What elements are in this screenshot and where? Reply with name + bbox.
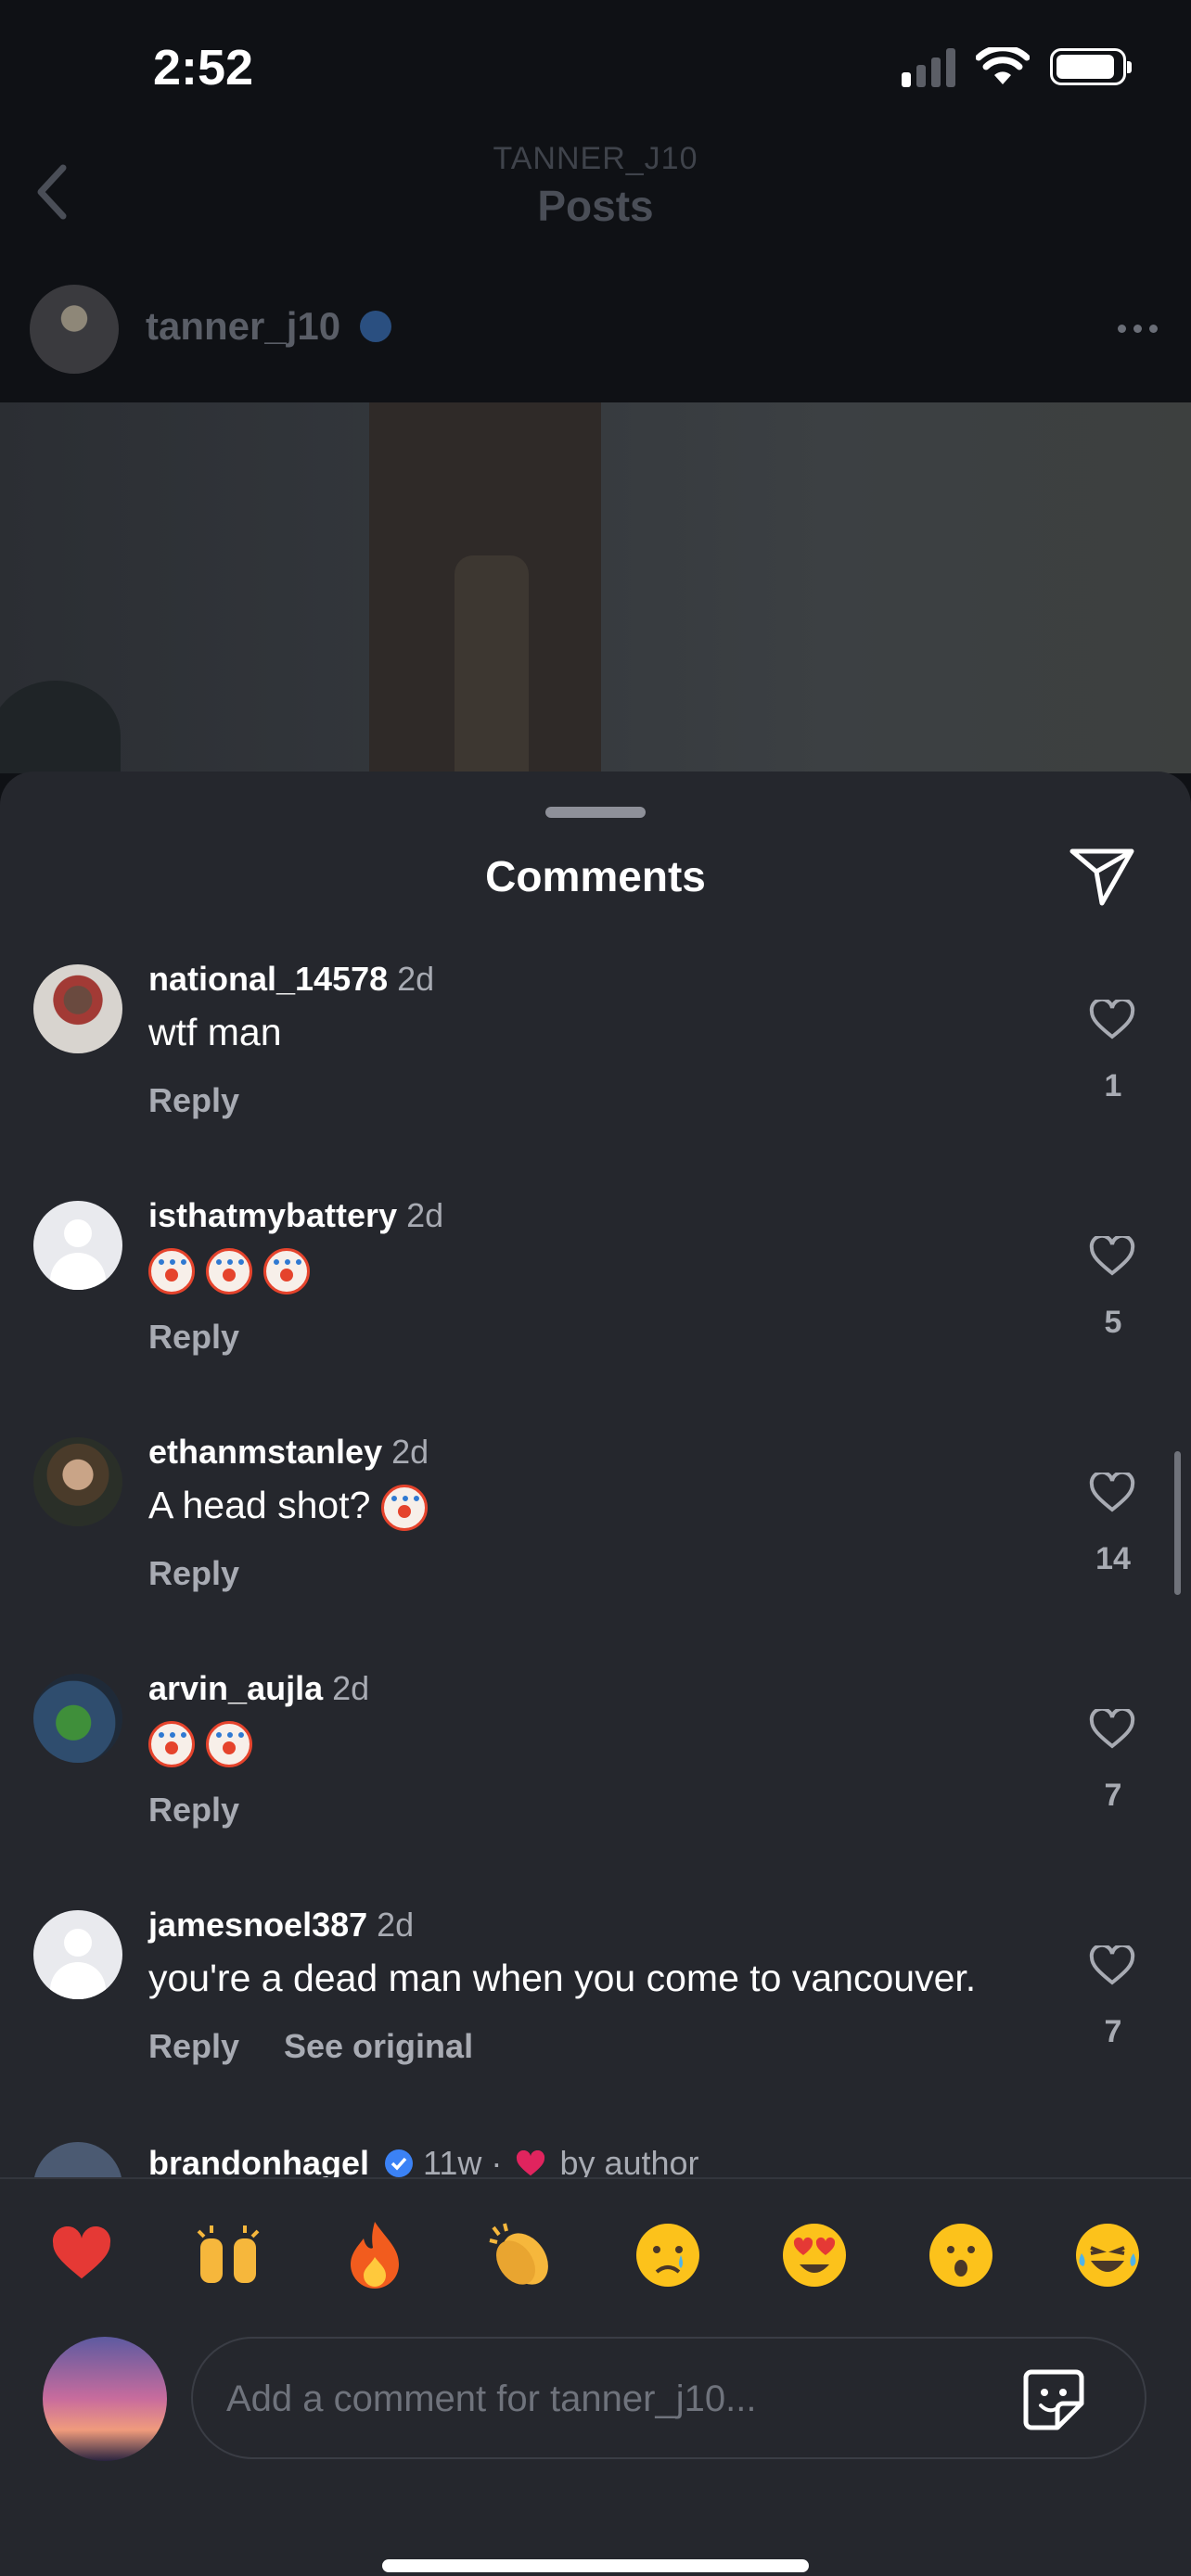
home-indicator[interactable]: [382, 2559, 809, 2572]
clown-face-icon: [263, 1248, 310, 1295]
post-image: [0, 402, 1191, 773]
comments-title: Comments: [485, 852, 706, 900]
commenter-avatar[interactable]: [33, 1674, 122, 1763]
fire-emoji-icon[interactable]: [338, 2218, 412, 2292]
reply-button[interactable]: Reply: [148, 1791, 239, 1830]
commenter-avatar[interactable]: [33, 1201, 122, 1290]
status-bar: 2:52: [0, 0, 1191, 139]
comment-item: national_14578 2d wtf man Reply 1: [0, 955, 1191, 1178]
scrollbar[interactable]: [1174, 1451, 1181, 1595]
comment-item: isthatmybattery 2d Reply 5: [0, 1192, 1191, 1414]
comment-time: 2d: [391, 1433, 429, 1471]
clown-face-icon: [206, 1721, 252, 1768]
laughing-face-emoji-icon[interactable]: [1070, 2218, 1145, 2292]
comment-time: 2d: [332, 1669, 370, 1707]
like-heart-icon[interactable]: [1089, 1709, 1135, 1750]
battery-icon: [1050, 48, 1132, 85]
wifi-icon: [976, 47, 1030, 84]
header-title: Posts: [537, 182, 654, 230]
comment-text: A head shot?: [148, 1484, 371, 1526]
comment-time: 2d: [377, 1906, 415, 1944]
like-heart-icon[interactable]: [1089, 1000, 1135, 1040]
like-count: 7: [1104, 2014, 1122, 2049]
comment-emoji-text: [148, 1247, 321, 1295]
comment-input-placeholder[interactable]: Add a comment for tanner_j10...: [226, 2378, 756, 2420]
surprised-face-emoji-icon[interactable]: [924, 2218, 998, 2292]
comment-username[interactable]: jamesnoel387 2d: [148, 1906, 414, 1945]
commenter-avatar[interactable]: [33, 1910, 122, 1999]
comment-text: you're a dead man when you come to vanco…: [148, 1957, 977, 1999]
clown-face-icon: [148, 1721, 195, 1768]
like-count: 14: [1095, 1541, 1131, 1576]
status-icons: [902, 46, 1132, 87]
clown-face-icon: [380, 1485, 428, 1532]
clapping-hands-emoji-icon[interactable]: [484, 2218, 558, 2292]
sheet-grabber[interactable]: [545, 807, 646, 818]
current-user-avatar[interactable]: [43, 2337, 167, 2461]
comment-item: ethanmstanley 2d A head shot? Reply 14: [0, 1428, 1191, 1651]
reply-button[interactable]: Reply: [148, 1554, 239, 1593]
sticker-icon[interactable]: [1020, 2366, 1087, 2433]
verified-badge-icon: [360, 311, 391, 342]
like-count: 1: [1104, 1068, 1122, 1103]
comment-emoji-text: [148, 1720, 263, 1768]
comment-text-row: A head shot?: [148, 1484, 439, 1532]
comment-username[interactable]: brandonhagel 11w · by author: [148, 2144, 699, 2177]
more-options-icon[interactable]: [1118, 325, 1158, 333]
reply-button[interactable]: Reply: [148, 1318, 239, 1357]
emoji-reaction-bar: [0, 2198, 1191, 2309]
comment-username[interactable]: isthatmybattery 2d: [148, 1196, 443, 1235]
comment-meta: 11w ·: [423, 2144, 503, 2177]
like-count: 7: [1104, 1778, 1122, 1813]
crying-face-emoji-icon[interactable]: [631, 2218, 705, 2292]
comment-username[interactable]: ethanmstanley 2d: [148, 1433, 429, 1472]
like-count: 5: [1104, 1305, 1122, 1340]
raised-hands-emoji-icon[interactable]: [191, 2218, 265, 2292]
status-time: 2:52: [153, 40, 254, 96]
comment-item: jamesnoel387 2d you're a dead man when yo…: [0, 1901, 1191, 2123]
like-heart-icon[interactable]: [1089, 1945, 1135, 1986]
like-heart-icon[interactable]: [1089, 1473, 1135, 1513]
clown-face-icon: [206, 1248, 252, 1295]
divider: [0, 2177, 1191, 2179]
header-subtitle: TANNER_J10: [493, 141, 698, 176]
clown-face-icon: [148, 1248, 195, 1295]
share-icon[interactable]: [1067, 844, 1137, 909]
comment-text: wtf man: [148, 1011, 282, 1053]
see-original-button[interactable]: See original: [284, 2027, 473, 2066]
heart-eyes-emoji-icon[interactable]: [777, 2218, 852, 2292]
post-author-avatar[interactable]: [30, 285, 119, 374]
commenter-avatar[interactable]: [33, 964, 122, 1053]
like-heart-icon[interactable]: [1089, 1236, 1135, 1277]
liked-by-author-label: by author: [559, 2144, 699, 2177]
comment-item: arvin_aujla 2d Reply 7: [0, 1664, 1191, 1887]
comment-username[interactable]: national_14578 2d: [148, 960, 434, 999]
heart-emoji-icon[interactable]: [45, 2218, 119, 2292]
heart-filled-icon: [517, 2149, 545, 2176]
commenter-avatar[interactable]: [33, 1437, 122, 1526]
comment-item-partial: brandonhagel 11w · by author: [0, 2125, 1191, 2177]
commenter-avatar[interactable]: [33, 2142, 122, 2177]
comment-username[interactable]: arvin_aujla 2d: [148, 1669, 369, 1708]
verified-badge-icon: [385, 2149, 414, 2177]
reply-button[interactable]: Reply: [148, 2027, 239, 2066]
reply-button[interactable]: Reply: [148, 1081, 239, 1120]
post-author-name[interactable]: tanner_j10: [146, 304, 340, 349]
comment-time: 2d: [406, 1196, 444, 1234]
cellular-signal-icon: [902, 46, 955, 87]
comment-time: 2d: [397, 960, 435, 998]
